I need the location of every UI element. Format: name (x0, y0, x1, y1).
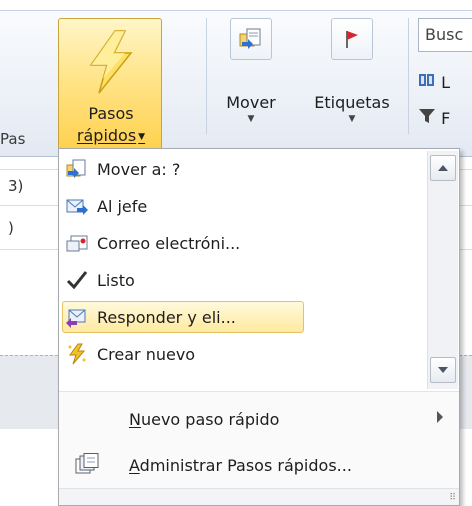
address-book-icon (418, 73, 441, 92)
gallery-item-done[interactable]: Listo (63, 264, 423, 296)
quick-steps-label-line2: rápidos ▼ (59, 126, 163, 145)
resize-grip-icon: ⠿ (449, 493, 456, 503)
tags-button[interactable]: Etiquetas ▼ (300, 18, 404, 130)
manage-quick-steps-item[interactable]: Administrar Pasos rápidos... (59, 443, 459, 487)
chevron-down-icon: ▼ (247, 114, 255, 124)
quick-steps-label-line1: Pasos (88, 104, 134, 123)
search-box[interactable]: Busc (418, 18, 472, 52)
new-quick-step-label: Nuevo paso rápido (129, 410, 279, 429)
checkmark-icon (63, 266, 91, 294)
move-button[interactable]: Mover ▼ (214, 18, 288, 130)
forward-mail-icon (63, 192, 91, 220)
chevron-down-icon (438, 367, 448, 373)
quick-steps-button[interactable]: Pasos rápidos ▼ (58, 18, 162, 150)
move-button-label: Mover (226, 93, 276, 112)
lightning-bolt-icon (89, 30, 133, 94)
gallery-item-label: Al jefe (97, 196, 148, 216)
dropdown-arrow-icon: ▼ (138, 131, 146, 142)
quick-steps-gallery: Mover a: ? Al jefe Correo electróni... L… (59, 149, 459, 392)
team-email-icon (63, 229, 91, 257)
label-rest: dministrar Pasos rápidos... (139, 455, 352, 475)
ribbon-top-strip (0, 0, 472, 11)
gallery-item-label: Responder y eli... (97, 307, 236, 327)
gallery-item-label: Mover a: ? (97, 159, 181, 179)
ribbon-group-label: Pas (0, 130, 26, 148)
scroll-down-button[interactable] (430, 357, 456, 383)
gallery-item-team-email[interactable]: Correo electróni... (63, 227, 423, 259)
gallery-item-move-to[interactable]: Mover a: ? (63, 153, 423, 185)
scroll-up-button[interactable] (430, 155, 456, 181)
new-quick-step-item[interactable]: Nuevo paso rápido (59, 397, 459, 441)
gallery-item-to-boss[interactable]: Al jefe (63, 190, 423, 222)
move-folder-icon (230, 18, 272, 60)
address-book-label: L (441, 73, 451, 92)
submenu-arrow-icon (437, 411, 443, 423)
gallery-item-label: Listo (97, 270, 135, 290)
reply-delete-icon (63, 303, 91, 331)
chevron-up-icon (438, 165, 448, 171)
filter-label: F (441, 109, 451, 128)
red-flag-icon (331, 18, 373, 60)
ribbon-separator (206, 18, 207, 134)
gallery-item-label: Correo electróni... (97, 233, 241, 253)
gallery-scrollbar[interactable] (427, 151, 458, 389)
gallery-item-create-new[interactable]: Crear nuevo (63, 338, 423, 370)
address-book-button[interactable]: L (418, 72, 450, 92)
manage-quick-steps-label: Administrar Pasos rápidos... (129, 456, 352, 475)
chevron-down-icon: ▼ (348, 114, 356, 124)
quick-steps-menu: Mover a: ? Al jefe Correo electróni... L… (58, 148, 460, 506)
manage-quick-steps-icon (59, 453, 115, 477)
tags-button-label: Etiquetas (314, 93, 390, 112)
move-to-folder-icon (63, 155, 91, 183)
gallery-item-reply-delete[interactable]: Responder y eli... (62, 301, 304, 333)
lightning-new-icon (63, 340, 91, 368)
menu-resize-bar[interactable]: ⠿ (59, 488, 459, 505)
ribbon: Pasos rápidos▼ Mover ▼ Etiquetas ▼ Busc (0, 0, 472, 157)
gallery-item-label: Crear nuevo (97, 344, 196, 364)
label-rest: uevo paso rápido (140, 409, 280, 429)
filter-button[interactable]: F (418, 108, 450, 128)
quick-steps-label-text: rápidos (76, 126, 137, 145)
mnemonic-letter: A (129, 455, 140, 475)
mnemonic-letter: N (129, 409, 141, 429)
filter-icon (418, 109, 441, 128)
ribbon-separator (408, 18, 409, 134)
